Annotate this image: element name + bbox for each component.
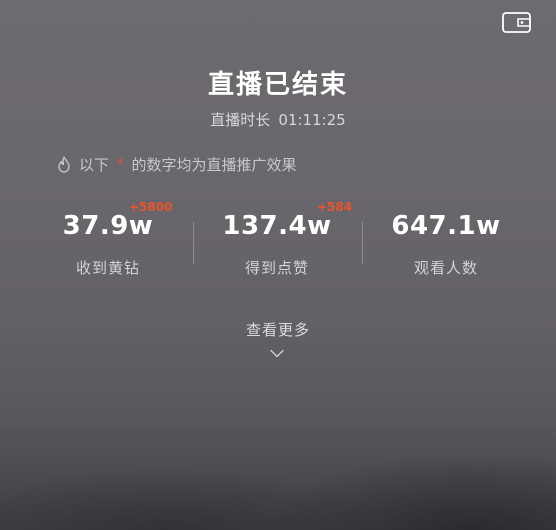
duration-value: 01:11:25 — [278, 111, 346, 129]
stat-value: 647.1w — [391, 211, 501, 241]
stat-delta: +584 — [317, 200, 353, 214]
promo-note-suffix: 的数字均为直播推广效果 — [131, 156, 297, 174]
stat-label: 得到点赞 — [244, 259, 309, 277]
stat-viewers: 647.1w 观看人数 — [361, 200, 531, 278]
duration-label: 直播时长 — [210, 111, 271, 129]
promo-note-prefix: 以下 — [79, 156, 110, 174]
stat-value: 137.4w — [222, 211, 332, 241]
stat-value: 37.9w — [62, 211, 154, 241]
stat-label: 观看人数 — [413, 259, 478, 277]
stat-likes: +584 137.4w 得到点赞 — [192, 200, 362, 278]
fire-icon — [58, 156, 70, 173]
page-title: 直播已结束 — [207, 70, 348, 100]
wallet-icon[interactable] — [502, 12, 531, 33]
live-duration: 直播时长 01:11:25 — [0, 109, 556, 130]
chevron-down-icon[interactable] — [270, 349, 284, 358]
stats-row: +5800 37.9w 收到黄钻 +584 137.4w 得到点赞 647.1w… — [0, 200, 556, 290]
stat-delta: +5800 — [129, 200, 173, 214]
stat-yellow-diamonds: +5800 37.9w 收到黄钻 — [23, 200, 193, 278]
promo-marker: * — [117, 157, 124, 172]
view-more-button[interactable]: 查看更多 — [0, 319, 556, 340]
stat-label: 收到黄钻 — [75, 259, 140, 277]
promo-note: 以下 * 的数字均为直播推广效果 — [57, 154, 297, 175]
